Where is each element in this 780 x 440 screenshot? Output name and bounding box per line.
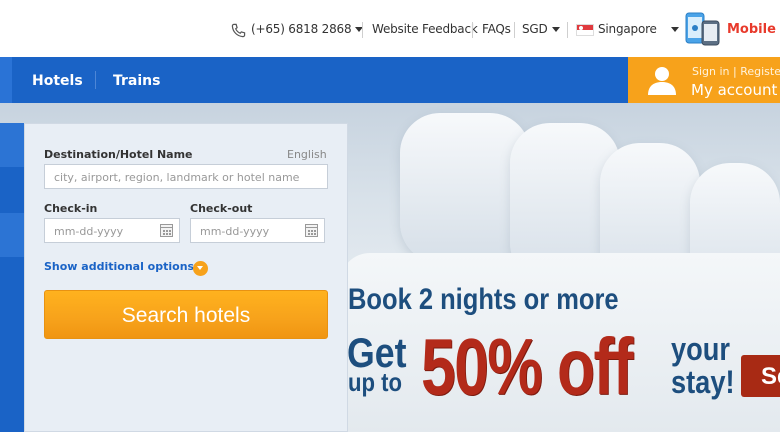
side-tab[interactable] bbox=[0, 123, 24, 167]
destination-input[interactable]: city, airport, region, landmark or hotel… bbox=[44, 164, 328, 189]
currency-label: SGD bbox=[522, 22, 548, 36]
hotel-search-panel: Destination/Hotel Name English city, air… bbox=[24, 123, 348, 432]
checkin-placeholder: mm-dd-yyyy bbox=[54, 225, 124, 238]
see-deals-button[interactable]: Se bbox=[741, 355, 780, 397]
side-tab-strip bbox=[0, 123, 24, 432]
chevron-down-circle-icon[interactable] bbox=[193, 261, 208, 276]
nav-divider bbox=[95, 71, 96, 89]
website-feedback-link[interactable]: Website Feedback bbox=[372, 22, 478, 36]
destination-label: Destination/Hotel Name bbox=[44, 148, 193, 161]
divider bbox=[514, 22, 515, 38]
mobile-app-link[interactable]: Mobile A bbox=[727, 22, 780, 37]
phone-dropdown[interactable]: (+65) 6818 2868 bbox=[251, 22, 364, 36]
nav-item-hotels[interactable]: Hotels bbox=[32, 73, 83, 89]
promo-discount: 50% off bbox=[421, 322, 634, 411]
divider bbox=[472, 22, 473, 38]
calendar-icon[interactable] bbox=[160, 224, 173, 237]
signin-register-link[interactable]: Sign in | Register bbox=[692, 65, 780, 78]
account-button[interactable]: Sign in | Register My account bbox=[628, 57, 780, 103]
chevron-down-icon bbox=[551, 27, 560, 32]
country-label: Singapore bbox=[598, 22, 657, 36]
checkout-date-field[interactable]: mm-dd-yyyy bbox=[190, 218, 325, 243]
phone-number: (+65) 6818 2868 bbox=[251, 22, 352, 36]
checkout-label: Check-out bbox=[190, 202, 253, 215]
checkin-date-field[interactable]: mm-dd-yyyy bbox=[44, 218, 180, 243]
currency-dropdown[interactable]: SGD bbox=[522, 22, 560, 36]
country-dropdown[interactable]: Singapore bbox=[598, 22, 679, 36]
my-account-label: My account bbox=[691, 81, 778, 99]
promo-stay: stay! bbox=[671, 364, 735, 400]
divider bbox=[362, 22, 363, 38]
nav-item-trains[interactable]: Trains bbox=[113, 73, 160, 89]
promo-headline: Book 2 nights or more bbox=[348, 283, 619, 316]
calendar-icon[interactable] bbox=[305, 224, 318, 237]
user-avatar-icon bbox=[648, 67, 676, 95]
language-label[interactable]: English bbox=[287, 148, 327, 161]
divider bbox=[567, 22, 568, 38]
promo-your: your bbox=[671, 331, 730, 367]
search-hotels-button[interactable]: Search hotels bbox=[44, 290, 328, 339]
chevron-down-icon bbox=[670, 27, 679, 32]
faqs-link[interactable]: FAQs bbox=[482, 22, 511, 36]
phone-icon bbox=[231, 23, 246, 38]
hero-banner: Destination/Hotel Name English city, air… bbox=[0, 103, 780, 432]
nav-left-strip bbox=[0, 57, 12, 103]
singapore-flag-icon bbox=[576, 24, 594, 36]
promo-upto: up to bbox=[348, 367, 403, 397]
top-utility-bar: (+65) 6818 2868 Website Feedback FAQs SG… bbox=[0, 0, 780, 57]
show-additional-options-link[interactable]: Show additional options bbox=[44, 260, 194, 273]
side-tab[interactable] bbox=[0, 213, 24, 257]
checkin-label: Check-in bbox=[44, 202, 98, 215]
checkout-placeholder: mm-dd-yyyy bbox=[200, 225, 270, 238]
mobile-phones-icon bbox=[685, 12, 720, 46]
